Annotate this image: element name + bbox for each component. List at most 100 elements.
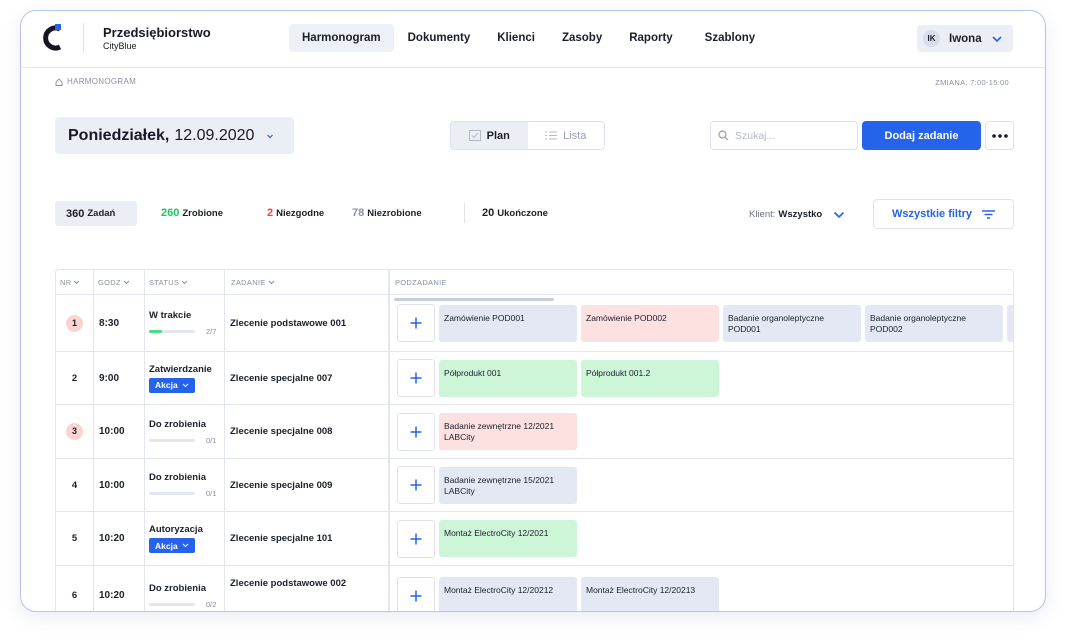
column-time[interactable]: GODZ <box>94 270 130 295</box>
status-text: Do zrobienia <box>149 582 207 594</box>
calendar-check-icon <box>468 130 481 141</box>
progress-bar <box>149 438 195 442</box>
plus-icon <box>410 426 422 437</box>
nav-dokumenty[interactable]: Dokumenty <box>395 24 484 52</box>
row-subtasks: Montaż ElectroCity 12/20212 Montaż Electr… <box>393 566 1013 611</box>
subtask-chip[interactable]: Zamówienie POD002 <box>581 304 719 342</box>
subtask-chip[interactable]: Badanie organoleptyczne POD002 <box>865 304 1003 342</box>
row-number: 3 <box>56 405 93 458</box>
row-task[interactable]: Zlecenie specjalne 008 <box>230 405 332 458</box>
sort-icon <box>123 280 130 285</box>
progress-text: 0/1 <box>206 489 217 498</box>
breadcrumb-item[interactable]: HARMONOGRAM <box>67 77 136 86</box>
company-name: Przedsiębiorstwo <box>103 25 211 40</box>
row-task[interactable]: Zlecenie podstawowe 002 <box>230 566 346 611</box>
stat-all-tasks[interactable]: 360 Zadań <box>55 201 137 226</box>
row-number: 5 <box>71 533 78 544</box>
row-task[interactable]: Zlecenie specjalne 101 <box>230 512 332 565</box>
progress-text: 2/7 <box>206 327 217 336</box>
row-task[interactable]: Zlecenie podstawowe 001 <box>230 295 346 351</box>
add-subtask-button[interactable] <box>397 304 435 342</box>
table-row[interactable]: 5 10:20 Autoryzacja Akcja Zlecenie specjalne… <box>56 512 1013 566</box>
subtask-chip[interactable]: Badanie organoleptyczne POD001 <box>723 304 861 342</box>
nav-raporty[interactable]: Raporty <box>616 24 685 52</box>
column-task[interactable]: ZADANIE <box>227 270 275 295</box>
row-subtasks: Badanie zewnętrzne 12/2021 LABCity <box>393 405 1013 458</box>
row-task[interactable]: Zlecenie specjalne 009 <box>230 459 332 511</box>
column-status[interactable]: STATUS <box>145 270 188 295</box>
subtask-chip[interactable]: Badanie zewnętrzne 15/2021 LABCity <box>439 466 577 504</box>
progress-text: 0/1 <box>206 435 217 445</box>
subtask-chip[interactable]: Montaż ElectroCity 12/20212 <box>439 577 577 611</box>
row-time: 8:30 <box>99 317 120 329</box>
action-button[interactable]: Akcja <box>149 538 195 553</box>
add-subtask-button[interactable] <box>397 412 435 451</box>
date-picker[interactable]: Poniedziałek, 12.09.2020 <box>55 117 294 154</box>
plus-icon <box>410 590 422 601</box>
top-header: Przedsiębiorstwo CityBlue Harmonogram Do… <box>21 11 1045 68</box>
sort-icon <box>268 280 274 285</box>
add-subtask-button[interactable] <box>397 359 435 397</box>
filter-icon <box>982 209 996 219</box>
subtask-chip[interactable]: Półprodukt 001.2 <box>581 359 719 397</box>
nav-harmonogram[interactable]: Harmonogram <box>289 24 394 52</box>
add-task-button[interactable]: Dodaj zadanie <box>862 121 981 150</box>
add-subtask-button[interactable] <box>397 519 435 558</box>
row-status: Do zrobienia 0/2 <box>149 566 223 611</box>
row-status: Do zrobienia 0/1 <box>149 405 223 458</box>
subtask-chip[interactable]: Półprodukt 001 <box>439 359 577 397</box>
client-filter[interactable]: Klient: Wszystko <box>749 209 845 220</box>
table-row[interactable]: 1 8:30 W trakcie 2/7 Zlecenie podstawowe 001… <box>56 295 1013 352</box>
search-icon <box>718 130 729 141</box>
user-menu[interactable]: IK Iwona <box>917 25 1013 52</box>
chevron-down-icon <box>182 543 189 548</box>
stat-undone[interactable]: 78 Niezrobione <box>352 207 422 219</box>
main-nav: Harmonogram Dokumenty Klienci Zasoby Rap… <box>289 24 769 52</box>
table-row[interactable]: 3 10:00 Do zrobienia 0/1 Zlecenie specjalne … <box>56 405 1013 459</box>
nav-zasoby[interactable]: Zasoby <box>549 24 615 52</box>
view-list-button[interactable]: Lista <box>528 122 605 149</box>
chevron-down-icon <box>992 35 1002 42</box>
schedule-table: NR GODZ STATUS ZADANIE PODZADANIE 1 8:30 W… <box>55 269 1014 611</box>
company-subtitle: CityBlue <box>103 41 137 51</box>
row-time: 10:20 <box>99 590 125 601</box>
table-row[interactable]: 6 10:20 Do zrobienia 0/2 Zlecenie podstawowe… <box>56 566 1013 611</box>
subtask-chip[interactable] <box>1007 304 1013 342</box>
status-text: Autoryzacja <box>149 524 203 535</box>
subtask-chip[interactable]: Badanie zewnętrzne 12/2021 LABCity <box>439 413 577 450</box>
row-number: 1 <box>56 295 93 351</box>
chevron-down-icon <box>267 134 274 138</box>
subtask-chip[interactable]: Montaż ElectroCity 12/20213 <box>581 577 719 611</box>
more-dots-icon <box>991 133 1008 138</box>
status-text: W trakcie <box>149 310 192 321</box>
nav-klienci[interactable]: Klienci <box>484 24 548 52</box>
row-subtasks: Badanie zewnętrzne 15/2021 LABCity <box>393 459 1013 511</box>
add-subtask-button[interactable] <box>397 466 435 504</box>
stat-nonconforming[interactable]: 2 Niezgodne <box>267 207 324 219</box>
breadcrumb: HARMONOGRAM <box>55 77 136 86</box>
table-row[interactable]: 4 10:00 Do zrobienia 0/1 Zlecenie specjalne … <box>56 459 1013 512</box>
nav-szablony[interactable]: Szablony <box>692 24 768 52</box>
subtask-chip[interactable]: Zamówienie POD001 <box>439 304 577 342</box>
all-filters-button[interactable]: Wszystkie filtry <box>873 199 1014 229</box>
home-icon[interactable] <box>55 77 63 86</box>
more-options-button[interactable] <box>985 121 1014 150</box>
stat-done[interactable]: 260 Zrobione <box>161 207 223 219</box>
row-task[interactable]: Zlecenie specjalne 007 <box>230 352 332 404</box>
company-block: Przedsiębiorstwo CityBlue <box>103 25 211 51</box>
subtask-chip[interactable]: Montaż ElectroCity 12/2021 <box>439 520 577 557</box>
column-subtask: PODZADANIE <box>395 278 447 287</box>
table-row[interactable]: 2 9:00 Zatwierdzanie Akcja Zlecenie specjaln… <box>56 352 1013 405</box>
date-value: 12.09.2020 <box>174 126 255 144</box>
row-number: 4 <box>71 479 78 491</box>
action-button[interactable]: Akcja <box>149 377 195 393</box>
view-plan-button[interactable]: Plan <box>451 122 528 149</box>
stat-finished[interactable]: 20 Ukończone <box>482 207 548 219</box>
column-nr[interactable]: NR <box>56 270 80 295</box>
progress-bar <box>149 602 195 606</box>
add-subtask-button[interactable] <box>397 576 435 611</box>
status-text: Zatwierdzanie <box>149 363 212 375</box>
search-input[interactable] <box>735 129 845 142</box>
sort-icon <box>181 280 188 285</box>
row-subtasks: Zamówienie POD001 Zamówienie POD002 Badani… <box>393 295 1013 351</box>
